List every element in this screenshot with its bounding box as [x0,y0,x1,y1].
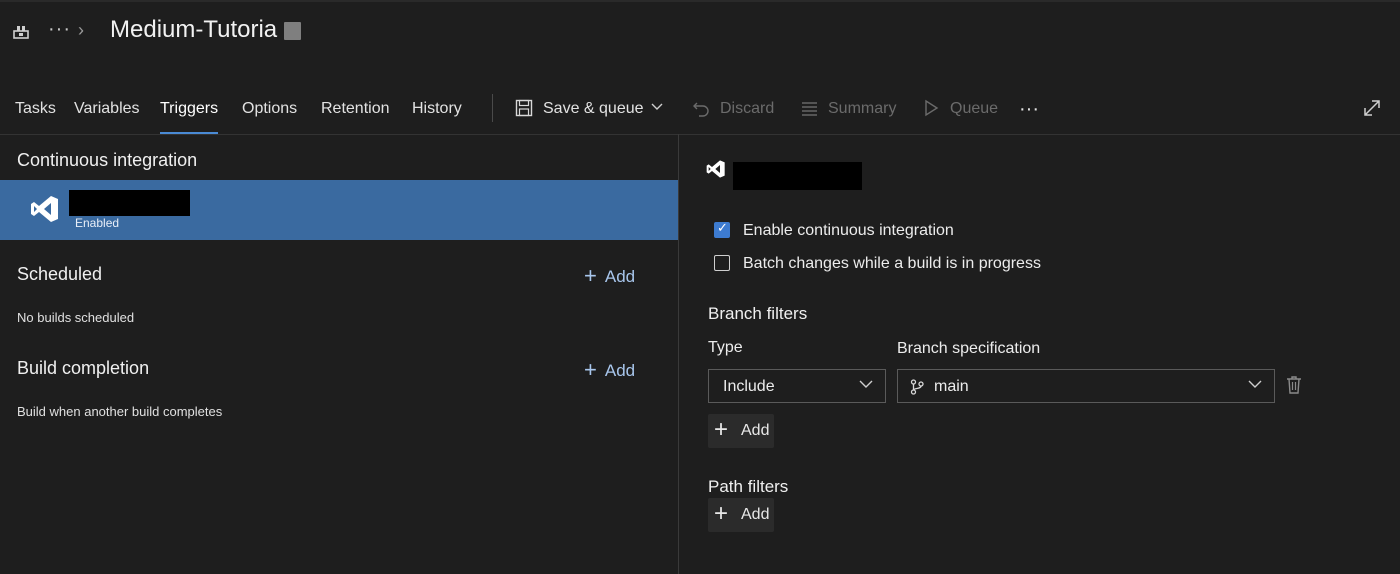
branch-filter-add-label: Add [741,422,770,439]
tab-history[interactable]: History [412,86,462,134]
visual-studio-icon [706,160,725,178]
toolbar-divider [492,94,493,122]
tab-tasks[interactable]: Tasks [15,86,56,134]
scheduled-empty-text: No builds scheduled [17,310,135,325]
branch-icon [910,379,924,395]
scheduled-section-title: Scheduled [17,264,103,284]
redacted-repository-title [733,162,862,190]
batch-changes-checkbox[interactable] [714,255,730,271]
ci-item-status: Enabled [75,216,120,230]
tab-options[interactable]: Options [242,86,297,134]
queue-label: Queue [950,100,999,117]
page-header: ··· › Medium-Tutoria [0,0,1400,64]
summary-button[interactable]: Summary [800,86,900,134]
tab-retention[interactable]: Retention [321,86,390,134]
header-divider [0,134,1400,135]
breadcrumb-chevron-icon: › [78,20,84,40]
type-dropdown-value: Include [723,378,775,395]
path-filter-add-button[interactable]: + Add [708,498,774,532]
chevron-down-icon [1248,380,1262,388]
branch-filters-title: Branch filters [708,304,808,323]
pipeline-icon[interactable] [12,22,30,40]
queue-button[interactable]: Queue [922,86,1002,134]
scheduled-add-label: Add [604,267,636,286]
plus-icon: + [714,416,729,443]
tab-triggers[interactable]: Triggers [160,86,219,134]
save-and-queue-button[interactable]: Save & queue [515,86,670,134]
discard-label: Discard [720,100,775,117]
save-icon [515,99,533,117]
visual-studio-icon [31,196,58,222]
type-dropdown[interactable]: Include [708,369,886,403]
toolbar-more-icon[interactable]: ··· [1019,86,1039,134]
tab-bar: Tasks Variables Triggers Options Retenti… [0,86,1400,134]
ci-section-title: Continuous integration [17,150,198,170]
undo-icon [693,102,709,117]
path-filters-title: Path filters [708,477,789,496]
ci-repository-item[interactable]: Enabled [0,180,678,240]
plus-icon: + [584,263,597,288]
list-icon [802,102,817,116]
panel-divider[interactable] [678,134,679,574]
build-completion-description: Build when another build completes [17,404,223,419]
enable-ci-label[interactable]: Enable continuous integration [743,222,954,240]
plus-icon: + [714,500,729,527]
path-filter-add-label: Add [741,506,770,523]
delete-icon[interactable] [1286,375,1302,395]
summary-label: Summary [828,100,897,117]
play-icon [925,99,939,117]
page-title: Medium-Tutoria [110,16,278,43]
enable-ci-checkbox[interactable] [714,221,730,238]
scheduled-add-button[interactable]: + Add [584,262,635,288]
build-completion-add-label: Add [604,361,636,380]
chevron-down-icon[interactable] [651,103,663,111]
type-label: Type [708,339,743,356]
discard-button[interactable]: Discard [692,86,782,134]
breadcrumb-more-icon[interactable]: ··· [48,18,71,41]
branch-spec-label: Branch specification [897,340,1041,357]
plus-icon: + [584,357,597,382]
tab-variables[interactable]: Variables [74,86,140,134]
batch-changes-label[interactable]: Batch changes while a build is in progre… [743,255,1041,273]
redacted-repository-name [69,190,190,216]
chevron-down-icon [859,380,873,388]
build-completion-add-button[interactable]: + Add [584,356,635,382]
build-completion-section-title: Build completion [17,358,150,378]
branch-spec-value: main [934,378,969,395]
title-badge-icon [284,22,301,40]
branch-spec-dropdown[interactable]: main [897,369,1275,403]
branch-filter-add-button[interactable]: + Add [708,414,774,448]
save-and-queue-label: Save & queue [543,100,644,117]
expand-icon[interactable] [1362,98,1382,118]
